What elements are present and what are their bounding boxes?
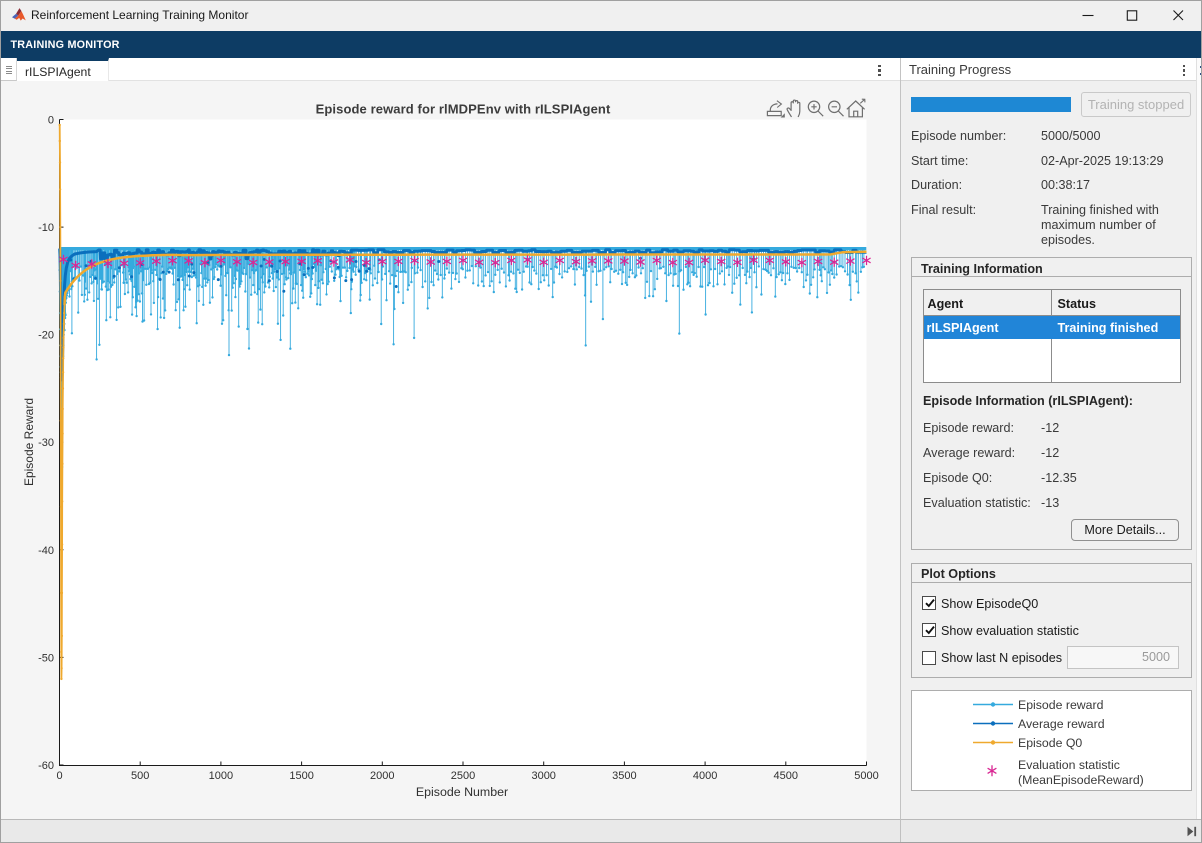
svg-text:-50: -50 xyxy=(38,652,54,664)
svg-text:-30: -30 xyxy=(38,437,54,449)
svg-text:Episode Reward: Episode Reward xyxy=(22,398,36,486)
svg-text:1000: 1000 xyxy=(209,770,233,782)
svg-text:0: 0 xyxy=(56,770,62,782)
svg-text:-60: -60 xyxy=(38,760,54,772)
svg-text:Episode Number: Episode Number xyxy=(416,785,508,799)
svg-text:1500: 1500 xyxy=(289,770,313,782)
svg-text:0: 0 xyxy=(48,115,54,127)
svg-text:3000: 3000 xyxy=(531,770,555,782)
svg-text:2500: 2500 xyxy=(451,770,475,782)
svg-text:-10: -10 xyxy=(38,222,54,234)
svg-text:500: 500 xyxy=(131,770,149,782)
svg-text:-40: -40 xyxy=(38,545,54,557)
svg-text:4500: 4500 xyxy=(774,770,798,782)
svg-text:-20: -20 xyxy=(38,330,54,342)
svg-text:4000: 4000 xyxy=(693,770,717,782)
svg-text:2000: 2000 xyxy=(370,770,394,782)
svg-text:Episode reward for rlMDPEnv wi: Episode reward for rlMDPEnv with rILSPIA… xyxy=(316,102,611,117)
svg-text:3500: 3500 xyxy=(612,770,636,782)
svg-text:5000: 5000 xyxy=(854,770,878,782)
